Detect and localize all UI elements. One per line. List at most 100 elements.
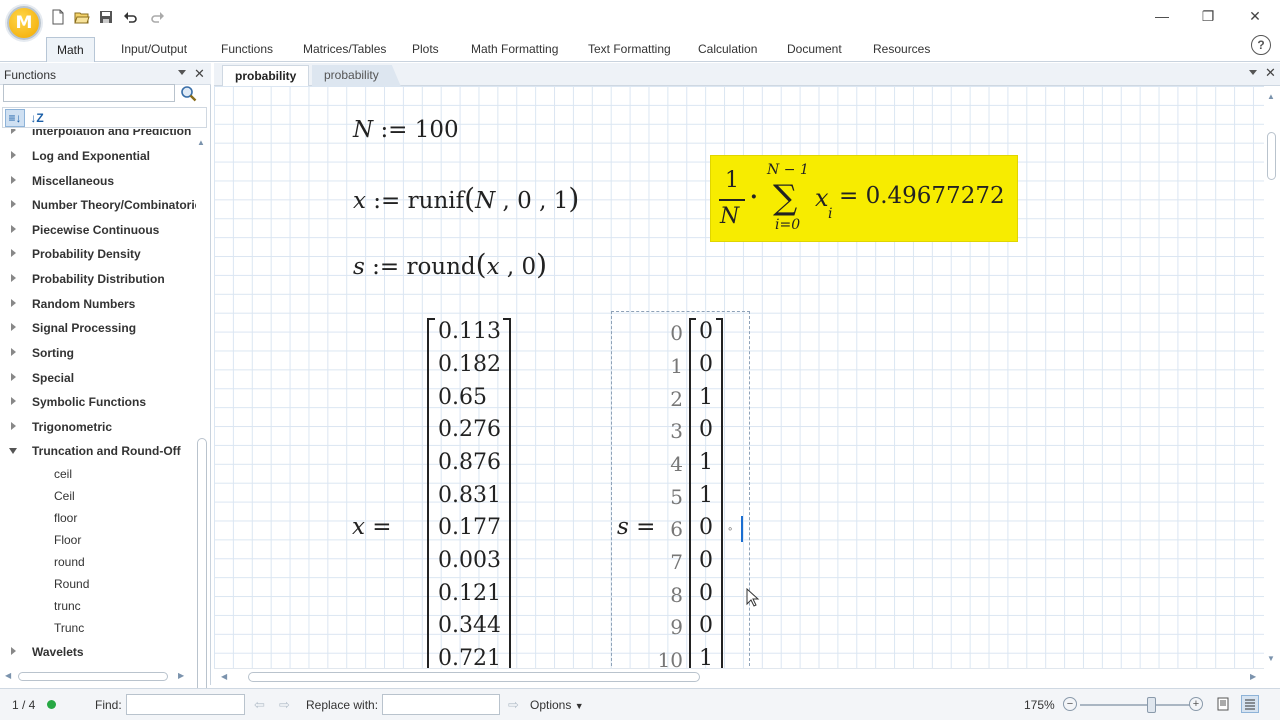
document-tabs-chevron-down-icon[interactable]: [1249, 70, 1257, 75]
s-value[interactable]: 1: [699, 483, 713, 508]
tab-functions[interactable]: Functions: [211, 37, 283, 62]
new-document-icon[interactable]: [49, 9, 67, 25]
tree-item-piecewise[interactable]: Piecewise Continuous: [0, 220, 196, 240]
math-region-define-x[interactable]: x := runif(N , 0 , 1): [353, 182, 579, 215]
x-value[interactable]: 0.182: [438, 352, 501, 377]
functions-search-input[interactable]: [3, 84, 175, 102]
tree-item-log-exponential[interactable]: Log and Exponential: [0, 146, 196, 166]
x-value[interactable]: 0.831: [438, 483, 501, 508]
expand-icon[interactable]: [11, 151, 16, 159]
scroll-down-arrow-icon[interactable]: ▼: [1267, 654, 1275, 663]
scroll-up-arrow-icon[interactable]: ▲: [1267, 92, 1275, 101]
s-value[interactable]: 1: [699, 450, 713, 475]
tree-item-wavelets[interactable]: Wavelets: [0, 642, 196, 662]
minimize-button[interactable]: —: [1139, 4, 1185, 28]
find-input[interactable]: [126, 694, 245, 715]
find-previous-icon[interactable]: ⇦: [254, 697, 265, 713]
function-item-trunc[interactable]: trunc: [54, 599, 81, 617]
undo-icon[interactable]: [122, 9, 140, 25]
save-icon[interactable]: [97, 9, 115, 25]
s-value[interactable]: 1: [699, 385, 713, 410]
scroll-right-arrow-icon[interactable]: ▶: [1250, 672, 1256, 681]
expand-icon[interactable]: [11, 176, 16, 184]
function-item-Floor[interactable]: Floor: [54, 533, 81, 551]
x-value[interactable]: 0.721: [438, 646, 501, 668]
tab-math-formatting[interactable]: Math Formatting: [461, 37, 568, 62]
replace-icon[interactable]: ⇨: [508, 697, 519, 713]
x-value[interactable]: 0.113: [438, 319, 501, 344]
expand-icon[interactable]: [11, 323, 16, 331]
s-value[interactable]: 0: [699, 548, 713, 573]
replace-input[interactable]: [382, 694, 500, 715]
find-next-icon[interactable]: ⇨: [279, 697, 290, 713]
tree-item-special[interactable]: Special: [0, 368, 196, 388]
panel-horizontal-scroll-thumb[interactable]: [18, 672, 168, 681]
sort-by-category-icon[interactable]: ≡↓: [5, 109, 25, 127]
tab-math[interactable]: Math: [46, 37, 95, 62]
scroll-right-arrow-icon[interactable]: ▶: [178, 671, 184, 680]
x-value[interactable]: 0.876: [438, 450, 501, 475]
s-value[interactable]: 1: [699, 646, 713, 668]
expand-icon[interactable]: [11, 422, 16, 430]
expand-icon[interactable]: [11, 647, 16, 655]
tree-item-random-numbers[interactable]: Random Numbers: [0, 294, 196, 314]
page-view-icon[interactable]: [1216, 697, 1230, 714]
expand-icon[interactable]: [11, 397, 16, 405]
app-logo[interactable]: M: [7, 6, 41, 40]
open-folder-icon[interactable]: [73, 9, 91, 25]
worksheet-horizontal-scroll-thumb[interactable]: [248, 672, 700, 682]
help-icon[interactable]: ?: [1251, 35, 1271, 55]
math-region-define-N[interactable]: N := 100: [353, 117, 459, 143]
document-tab-active[interactable]: probability: [222, 65, 310, 86]
tab-document[interactable]: Document: [777, 37, 852, 62]
s-value[interactable]: 0: [699, 613, 713, 638]
function-item-Round[interactable]: Round: [54, 577, 89, 595]
tree-item-trigonometric[interactable]: Trigonometric: [0, 417, 196, 437]
panel-close-icon[interactable]: ✕: [194, 66, 205, 82]
expand-icon[interactable]: [11, 299, 16, 307]
tree-item-number-theory[interactable]: Number Theory/Combinatorics: [0, 195, 196, 215]
x-value[interactable]: 0.121: [438, 581, 501, 606]
expand-icon[interactable]: [11, 373, 16, 381]
function-item-Trunc[interactable]: Trunc: [54, 621, 84, 639]
close-window-button[interactable]: ✕: [1232, 4, 1278, 28]
scroll-left-arrow-icon[interactable]: ◀: [221, 672, 227, 681]
worksheet-vertical-scroll-thumb[interactable]: [1267, 132, 1276, 180]
s-value[interactable]: 0: [699, 417, 713, 442]
zoom-slider[interactable]: [1080, 704, 1190, 706]
options-dropdown[interactable]: Options ▼: [530, 698, 584, 712]
s-value[interactable]: 0: [699, 515, 713, 540]
zoom-in-icon[interactable]: +: [1189, 697, 1203, 711]
expand-icon[interactable]: [11, 225, 16, 233]
x-value[interactable]: 0.003: [438, 548, 501, 573]
x-value[interactable]: 0.65: [438, 385, 487, 410]
expand-icon[interactable]: [11, 348, 16, 356]
tree-item-signal-processing[interactable]: Signal Processing: [0, 318, 196, 338]
scroll-left-arrow-icon[interactable]: ◀: [5, 671, 11, 680]
s-value[interactable]: 0: [699, 581, 713, 606]
expand-icon[interactable]: [11, 129, 16, 134]
panel-menu-chevron-down-icon[interactable]: [178, 70, 186, 75]
collapse-icon[interactable]: [9, 448, 17, 454]
tab-resources[interactable]: Resources: [863, 37, 940, 62]
s-value[interactable]: 0: [699, 352, 713, 377]
expand-icon[interactable]: [11, 200, 16, 208]
function-item-ceil[interactable]: ceil: [54, 467, 72, 485]
tab-calculation[interactable]: Calculation: [688, 37, 767, 62]
tree-item-miscellaneous[interactable]: Miscellaneous: [0, 171, 196, 191]
document-close-icon[interactable]: ✕: [1265, 65, 1276, 81]
tab-input-output[interactable]: Input/Output: [111, 37, 197, 62]
tree-item-symbolic-functions[interactable]: Symbolic Functions: [0, 392, 196, 412]
restore-button[interactable]: ❐: [1185, 4, 1231, 28]
function-item-Ceil[interactable]: Ceil: [54, 489, 75, 507]
document-tab[interactable]: probability: [312, 65, 401, 86]
x-value[interactable]: 0.177: [438, 515, 501, 540]
worksheet[interactable]: N := 100 x := runif(N , 0 , 1) s := roun…: [214, 86, 1264, 668]
redo-icon[interactable]: [148, 9, 166, 25]
tree-item-probability-density[interactable]: Probability Density: [0, 244, 196, 264]
zoom-out-icon[interactable]: −: [1063, 697, 1077, 711]
function-item-round[interactable]: round: [54, 555, 85, 573]
math-region-define-s[interactable]: s := round(x , 0): [353, 248, 547, 281]
s-value[interactable]: 0: [699, 319, 713, 344]
tree-item-truncation-roundoff[interactable]: Truncation and Round-Off: [0, 441, 196, 461]
